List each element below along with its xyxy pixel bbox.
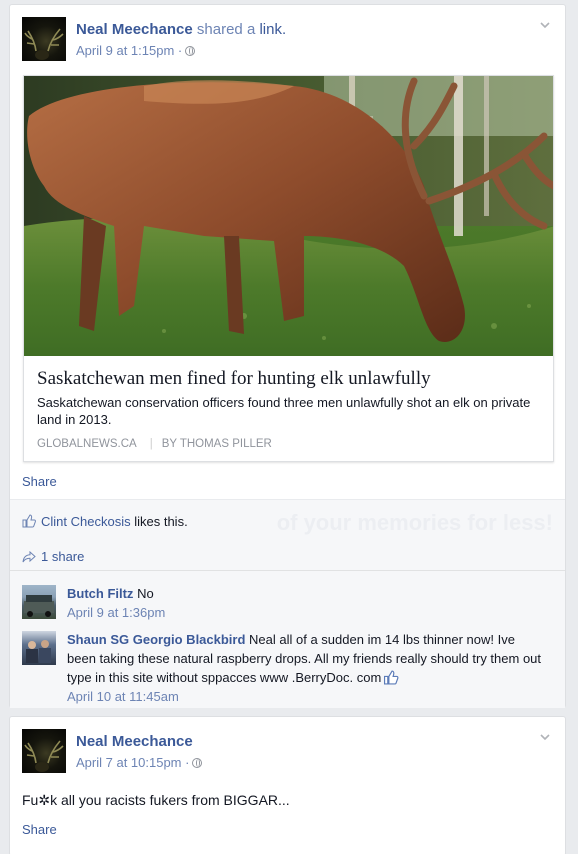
chevron-down-icon[interactable] bbox=[539, 731, 551, 743]
comment-timestamp[interactable]: April 10 at 11:45am bbox=[67, 689, 179, 704]
author-avatar[interactable] bbox=[22, 729, 66, 773]
comment-text: No bbox=[137, 586, 154, 601]
commenter-avatar[interactable] bbox=[22, 631, 56, 665]
author-line: Neal Meechance bbox=[76, 733, 193, 750]
comment-author[interactable]: Shaun SG Georgio Blackbird bbox=[67, 632, 245, 647]
timestamp[interactable]: April 9 at 1:15pm bbox=[76, 43, 174, 58]
action-prefix: shared a bbox=[196, 21, 256, 38]
action-text: shared a link. bbox=[197, 21, 286, 38]
preview-byline: BY THOMAS PILLER bbox=[161, 438, 272, 450]
preview-source-line: GLOBALNEWS.CA | BY THOMAS PILLER bbox=[37, 438, 272, 450]
comment-author[interactable]: Butch Filtz bbox=[67, 586, 133, 601]
comment-like-icon[interactable] bbox=[383, 670, 399, 685]
overlay-ad-text: of your memories for less! bbox=[276, 510, 553, 535]
shares-label[interactable]: 1 share bbox=[41, 549, 84, 564]
post-meta: April 9 at 1:15pm · bbox=[76, 43, 196, 58]
author-name[interactable]: Neal Meechance bbox=[76, 733, 193, 750]
preview-description: Saskatchewan conservation officers found… bbox=[37, 395, 531, 427]
comments-section: Butch Filtz No April 9 at 1:36pm Shaun S… bbox=[10, 570, 565, 708]
shares-count[interactable]: 1 share bbox=[22, 549, 84, 564]
preview-domain: GLOBALNEWS.CA bbox=[37, 438, 137, 450]
author-line: Neal Meechance shared a link. bbox=[76, 21, 286, 38]
source-separator: | bbox=[149, 438, 153, 450]
likes-summary: Clint Checkosis likes this. bbox=[22, 514, 188, 529]
post-text: Fu✲k all you racists fukers from BIGGAR.… bbox=[22, 792, 290, 808]
commenter-avatar[interactable] bbox=[22, 585, 56, 619]
globe-icon bbox=[185, 46, 196, 56]
comment-body: Butch Filtz No April 9 at 1:36pm bbox=[67, 584, 547, 622]
post-card: Neal Meechance April 7 at 10:15pm · Fu✲k… bbox=[9, 716, 566, 854]
comment-body: Shaun SG Georgio Blackbird Neal all of a… bbox=[67, 630, 547, 706]
share-arrow-icon bbox=[22, 551, 36, 563]
timestamp[interactable]: April 7 at 10:15pm bbox=[76, 755, 182, 770]
preview-title[interactable]: Saskatchewan men fined for hunting elk u… bbox=[37, 368, 431, 390]
author-avatar[interactable] bbox=[22, 17, 66, 61]
chevron-down-icon[interactable] bbox=[539, 19, 551, 31]
author-name[interactable]: Neal Meechance bbox=[76, 21, 193, 38]
action-link[interactable]: link. bbox=[259, 21, 286, 38]
share-button[interactable]: Share bbox=[22, 474, 57, 489]
share-button[interactable]: Share bbox=[22, 822, 57, 837]
post-meta: April 7 at 10:15pm · bbox=[76, 755, 203, 770]
comment-timestamp[interactable]: April 9 at 1:36pm bbox=[67, 605, 165, 620]
post-card: Neal Meechance shared a link. April 9 at… bbox=[9, 4, 566, 708]
liker-name[interactable]: Clint Checkosis bbox=[41, 514, 131, 529]
feedback-area: of your memories for less! Clint Checkos… bbox=[10, 499, 565, 570]
likes-suffix: likes this. bbox=[134, 514, 188, 529]
globe-icon bbox=[192, 758, 203, 768]
elk-photo[interactable] bbox=[24, 76, 554, 356]
thumbs-up-icon bbox=[22, 514, 36, 528]
link-preview[interactable]: Saskatchewan men fined for hunting elk u… bbox=[23, 75, 554, 462]
